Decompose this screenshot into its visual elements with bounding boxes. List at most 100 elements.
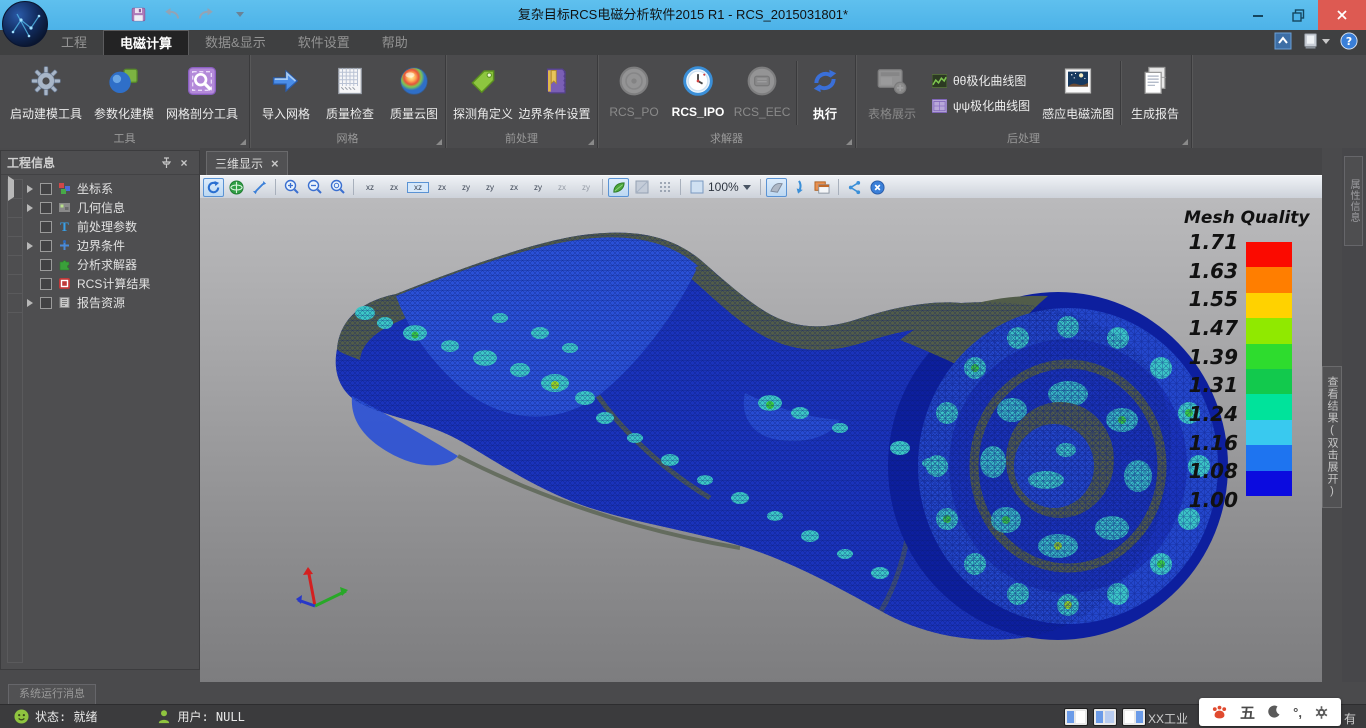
checkbox[interactable] [40, 221, 52, 233]
checkbox[interactable] [40, 202, 52, 214]
view-axis-button-1[interactable]: xz [359, 182, 381, 193]
checkbox[interactable] [40, 240, 52, 252]
tab-data-display[interactable]: 数据&显示 [189, 30, 282, 55]
theta-polarization-curve-button[interactable]: θθ极化曲线图 [932, 72, 1030, 89]
help-button[interactable]: ? [1340, 32, 1358, 50]
checkbox[interactable] [40, 297, 52, 309]
status-bar: 状态: 就绪 用户: NULL XX工业 [0, 704, 1366, 728]
scene-manager-button[interactable] [812, 178, 833, 197]
zoom-fit-button[interactable] [327, 178, 348, 197]
close-tab-icon[interactable]: × [271, 156, 279, 171]
close-button[interactable] [1318, 0, 1366, 30]
flat-view-button[interactable] [631, 178, 652, 197]
dialog-launcher-icon[interactable] [846, 139, 852, 145]
boundary-condition-settings-button[interactable]: 边界条件设置 [516, 57, 593, 129]
tree-item-coordinate-system[interactable]: 坐标系 [27, 179, 195, 198]
tree-item-boundary-conditions[interactable]: 边界条件 [27, 236, 195, 255]
port-icon [746, 61, 778, 101]
copyright-text-left: XX工业 [1148, 710, 1188, 727]
view-axis-button-4[interactable]: zx [431, 182, 453, 193]
tree-item-preprocess-params[interactable]: T 前处理参数 [27, 217, 195, 236]
checkbox[interactable] [40, 183, 52, 195]
dialog-launcher-icon[interactable] [1182, 139, 1188, 145]
system-messages-tab[interactable]: 系统运行消息 [8, 684, 96, 704]
solver-rcs-ipo-button[interactable]: RCS_IPO [666, 57, 730, 129]
view-results-tab[interactable]: 查看结果(双击展开) [1322, 366, 1342, 508]
expand-icon[interactable] [27, 242, 33, 250]
chevron-down-icon [1322, 39, 1330, 44]
zoom-level-select[interactable]: 100% [686, 180, 755, 194]
import-mesh-button[interactable]: 导入网格 [254, 57, 318, 129]
checkbox[interactable] [40, 259, 52, 271]
tab-em-computation[interactable]: 电磁计算 [103, 30, 189, 55]
parametric-modeling-button[interactable]: 参数化建模 [88, 57, 160, 129]
properties-tab[interactable]: 属性信息 [1344, 156, 1363, 246]
view-axis-button-3[interactable]: xz [407, 182, 429, 193]
quality-cloud-map-button[interactable]: 质量云图 [382, 57, 446, 129]
viewport-canvas[interactable]: Mesh Quality 1.711.63 1.551.47 1.391.31 … [200, 198, 1322, 682]
layout-bottom-panel-button[interactable] [1122, 708, 1146, 726]
restore-button[interactable] [1278, 0, 1318, 30]
zoom-fit-icon [330, 179, 346, 195]
shaded-view-button[interactable] [608, 178, 629, 197]
pin-icon[interactable] [157, 154, 175, 172]
quality-check-button[interactable]: 质量检查 [318, 57, 382, 129]
tree-item-geometry-info[interactable]: 几何信息 [27, 198, 195, 217]
orbit-button[interactable] [226, 178, 247, 197]
layout-left-panel-button[interactable] [1064, 708, 1088, 726]
dialog-launcher-icon[interactable] [240, 139, 246, 145]
rotate-view-button[interactable] [203, 178, 224, 197]
expand-icon[interactable] [27, 204, 33, 212]
view-axis-button-9[interactable]: zx [551, 182, 573, 193]
view-axis-button-7[interactable]: zx [503, 182, 525, 193]
zoom-in-button[interactable] [281, 178, 302, 197]
close-view-button[interactable] [867, 178, 888, 197]
induced-current-map-button[interactable]: 感应电磁流图 [1038, 57, 1118, 129]
collapse-ribbon-button[interactable] [1274, 32, 1292, 50]
gutter-expander[interactable] [8, 180, 22, 199]
view-axis-button-2[interactable]: zx [383, 182, 405, 193]
view-capture-button[interactable] [766, 178, 787, 197]
execute-button[interactable]: 执行 [799, 57, 851, 129]
tab-help[interactable]: 帮助 [366, 30, 424, 55]
tab-software-settings[interactable]: 软件设置 [282, 30, 366, 55]
expand-icon[interactable] [27, 185, 33, 193]
checkbox[interactable] [40, 278, 52, 290]
table-display-button[interactable]: 表格展示 [860, 57, 924, 129]
expand-icon[interactable] [27, 299, 33, 307]
tree-item-analysis-solver[interactable]: 分析求解器 [27, 255, 195, 274]
app-logo[interactable] [2, 1, 48, 47]
mesh-partition-tool-button[interactable]: 网格剖分工具 [160, 57, 244, 129]
import-view-button[interactable] [789, 178, 810, 197]
grid-points-button[interactable] [654, 178, 675, 197]
generate-report-button[interactable]: 生成报告 [1123, 57, 1187, 129]
launch-modeling-tool-button[interactable]: 启动建模工具 [4, 57, 88, 129]
view-axis-button-5[interactable]: zy [455, 182, 477, 193]
tree-item-rcs-results[interactable]: RCS计算结果 [27, 274, 195, 293]
solver-rcs-po-button[interactable]: RCS_PO [602, 57, 666, 129]
pan-zoom-button[interactable] [249, 178, 270, 197]
probe-angle-button[interactable]: 探测角定义 [450, 57, 516, 129]
view-axis-button-10[interactable]: zy [575, 182, 597, 193]
solver-rcs-eec-button[interactable]: RCS_EEC [730, 57, 794, 129]
dialog-launcher-icon[interactable] [436, 139, 442, 145]
close-panel-icon[interactable]: × [175, 154, 193, 172]
psi-polarization-curve-button[interactable]: ψψ极化曲线图 [932, 97, 1030, 114]
ime-punct[interactable]: °, [1293, 705, 1302, 720]
view-axis-button-6[interactable]: zy [479, 182, 501, 193]
ime-toolbar[interactable]: 五 °, [1199, 698, 1341, 726]
tab-project[interactable]: 工程 [45, 30, 103, 55]
ime-mode-char[interactable]: 五 [1240, 702, 1255, 723]
tree-item-report-resources[interactable]: 报告资源 [27, 293, 195, 312]
share-button[interactable] [844, 178, 865, 197]
zoom-out-button[interactable] [304, 178, 325, 197]
view-axis-button-8[interactable]: zy [527, 182, 549, 193]
right-dock-column: 属性信息 [1342, 148, 1366, 682]
zoom-in-icon [284, 179, 300, 195]
dialog-launcher-icon[interactable] [588, 139, 594, 145]
folder-window-icon [814, 180, 830, 195]
display-device-button[interactable] [1302, 32, 1330, 50]
tab-3d-display[interactable]: 三维显示 × [206, 151, 288, 175]
minimize-button[interactable] [1238, 0, 1278, 30]
layout-split-button[interactable] [1093, 708, 1117, 726]
